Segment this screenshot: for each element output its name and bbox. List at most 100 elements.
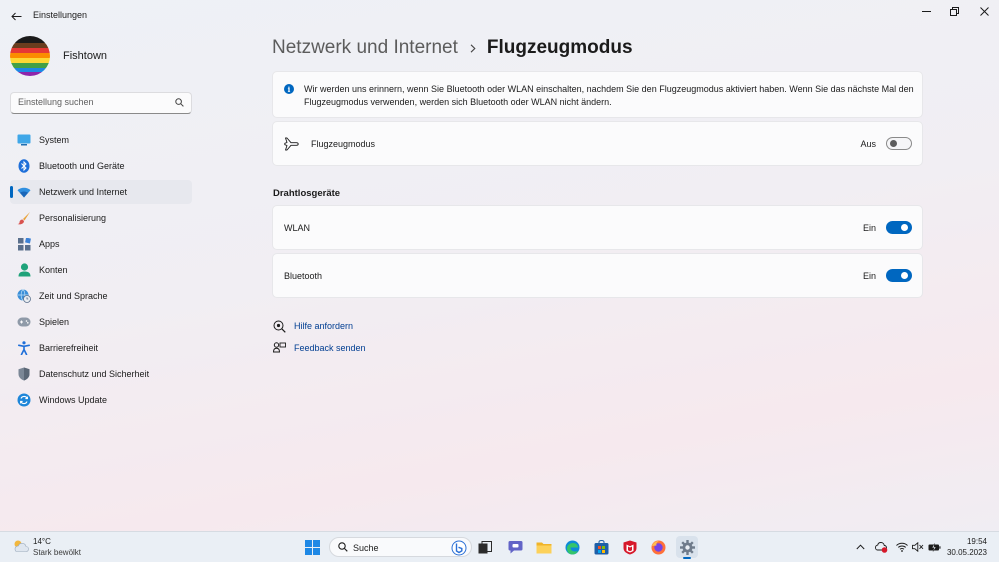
minimize-button[interactable] bbox=[912, 4, 940, 18]
clock-time: 19:54 bbox=[966, 537, 987, 546]
airplane-mode-label: Flugzeugmodus bbox=[311, 139, 376, 149]
wlan-label: WLAN bbox=[284, 223, 311, 233]
toggle-knob bbox=[890, 140, 897, 147]
sidebar-item-bluetooth[interactable]: Bluetooth und Geräte bbox=[10, 154, 192, 178]
network-tray-button[interactable] bbox=[895, 540, 909, 554]
apps-icon bbox=[17, 237, 31, 251]
update-icon bbox=[17, 393, 31, 407]
help-link-text[interactable]: Hilfe anfordern bbox=[294, 321, 353, 331]
globe-clock-icon bbox=[17, 289, 31, 303]
sidebar-item-privacy[interactable]: Datenschutz und Sicherheit bbox=[10, 362, 192, 386]
sidebar-item-label: Spielen bbox=[39, 317, 70, 327]
wlan-row[interactable]: WLAN Ein bbox=[272, 205, 923, 250]
bluetooth-state: Ein bbox=[862, 271, 876, 281]
edge-button[interactable] bbox=[561, 536, 583, 558]
battery-tray-button[interactable] bbox=[927, 540, 941, 554]
mcafee-shield-icon bbox=[623, 540, 637, 554]
sidebar-item-label: Netzwerk und Internet bbox=[39, 187, 128, 197]
sidebar-item-windows-update[interactable]: Windows Update bbox=[10, 388, 192, 412]
sidebar-item-label: Windows Update bbox=[39, 395, 108, 405]
sidebar-item-label: Zeit und Sprache bbox=[39, 291, 108, 301]
account-icon bbox=[17, 263, 31, 277]
sidebar-item-time-language[interactable]: Zeit und Sprache bbox=[10, 284, 192, 308]
microsoft-store-button[interactable] bbox=[590, 536, 612, 558]
info-banner: i Wir werden uns erinnern, wenn Sie Blue… bbox=[272, 71, 923, 118]
sidebar-item-label: Datenschutz und Sicherheit bbox=[39, 369, 150, 379]
settings-search-input[interactable] bbox=[18, 97, 168, 107]
volume-tray-button[interactable] bbox=[911, 540, 925, 554]
teams-chat-button[interactable] bbox=[504, 536, 526, 558]
taskbar: 14°C Stark bewölkt Suche 19:54 30.05.202… bbox=[0, 531, 999, 562]
close-icon bbox=[979, 6, 989, 16]
sidebar-item-accounts[interactable]: Konten bbox=[10, 258, 192, 282]
maximize-button[interactable] bbox=[940, 4, 968, 18]
app-title: Einstellungen bbox=[33, 10, 88, 20]
bluetooth-icon bbox=[17, 159, 31, 173]
shield-icon bbox=[17, 367, 31, 381]
firefox-icon bbox=[651, 540, 665, 554]
settings-taskbar-button[interactable] bbox=[676, 536, 698, 559]
airplane-mode-row[interactable]: Flugzeugmodus Aus bbox=[272, 121, 923, 166]
sidebar-item-system[interactable]: System bbox=[10, 128, 192, 152]
chat-icon bbox=[508, 541, 522, 554]
feedback-link-text[interactable]: Feedback senden bbox=[294, 343, 366, 353]
start-button[interactable] bbox=[301, 536, 323, 558]
system-clock[interactable]: 19:54 30.05.2023 bbox=[947, 536, 987, 558]
sidebar-item-label: Barrierefreiheit bbox=[39, 343, 99, 353]
feedback-icon bbox=[272, 341, 286, 355]
title-bar: Einstellungen bbox=[0, 0, 999, 32]
airplane-mode-toggle[interactable] bbox=[886, 137, 912, 150]
info-text: Wir werden uns erinnern, wenn Sie Blueto… bbox=[304, 84, 914, 107]
sidebar-item-apps[interactable]: Apps bbox=[10, 232, 192, 256]
brush-icon bbox=[17, 211, 31, 225]
sidebar-item-accessibility[interactable]: Barrierefreiheit bbox=[10, 336, 192, 360]
breadcrumb-parent-link[interactable]: Netzwerk und Internet bbox=[272, 37, 458, 59]
avatar bbox=[10, 36, 50, 76]
rainbow-avatar-icon bbox=[10, 36, 50, 76]
profile-name: Fishtown bbox=[63, 50, 108, 62]
wifi-tray-icon bbox=[896, 542, 908, 552]
firefox-button[interactable] bbox=[647, 536, 669, 558]
toggle-knob bbox=[901, 272, 908, 279]
wireless-devices-heading: Drahtlosgeräte bbox=[273, 188, 341, 199]
back-button[interactable] bbox=[8, 8, 24, 24]
page-title: Flugzeugmodus bbox=[486, 37, 633, 58]
mcafee-button[interactable] bbox=[619, 536, 641, 558]
minimize-icon bbox=[921, 10, 931, 12]
tray-app-button[interactable] bbox=[874, 540, 888, 554]
restore-icon bbox=[949, 6, 959, 16]
volume-muted-icon bbox=[912, 542, 924, 552]
taskbar-search[interactable]: Suche bbox=[329, 537, 472, 557]
sidebar-item-label: Bluetooth und Geräte bbox=[39, 161, 125, 171]
wlan-toggle[interactable] bbox=[886, 221, 912, 234]
taskbar-search-label: Suche bbox=[353, 543, 379, 553]
feedback-link[interactable]: Feedback senden bbox=[272, 341, 366, 355]
cloud-sun-icon bbox=[12, 539, 29, 557]
sidebar-item-label: Personalisierung bbox=[39, 213, 107, 223]
accessibility-icon bbox=[17, 341, 31, 355]
sidebar-item-network[interactable]: Netzwerk und Internet bbox=[10, 180, 192, 204]
show-hidden-icons-button[interactable] bbox=[853, 540, 867, 554]
windows-logo-icon bbox=[304, 539, 320, 555]
sidebar-nav: System Bluetooth und Geräte Netzwerk und… bbox=[10, 128, 192, 414]
task-view-button[interactable] bbox=[474, 536, 496, 558]
search-icon bbox=[338, 542, 348, 552]
bluetooth-row[interactable]: Bluetooth Ein bbox=[272, 253, 923, 298]
bluetooth-toggle[interactable] bbox=[886, 269, 912, 282]
folder-icon bbox=[536, 542, 552, 553]
help-link[interactable]: Hilfe anfordern bbox=[272, 319, 353, 333]
gear-icon bbox=[679, 539, 695, 555]
chevron-right-icon bbox=[470, 43, 476, 53]
battery-charging-icon bbox=[928, 542, 940, 552]
help-chat-icon bbox=[272, 319, 286, 333]
sidebar-item-label: Apps bbox=[39, 239, 60, 249]
sidebar-item-gaming[interactable]: Spielen bbox=[10, 310, 192, 334]
file-explorer-button[interactable] bbox=[533, 536, 555, 558]
toggle-knob bbox=[901, 224, 908, 231]
settings-search-box[interactable] bbox=[10, 92, 192, 114]
edge-icon bbox=[565, 540, 579, 554]
sidebar-item-personalization[interactable]: Personalisierung bbox=[10, 206, 192, 230]
wifi-icon bbox=[17, 185, 31, 199]
close-button[interactable] bbox=[970, 4, 998, 18]
airplane-icon bbox=[284, 137, 299, 156]
